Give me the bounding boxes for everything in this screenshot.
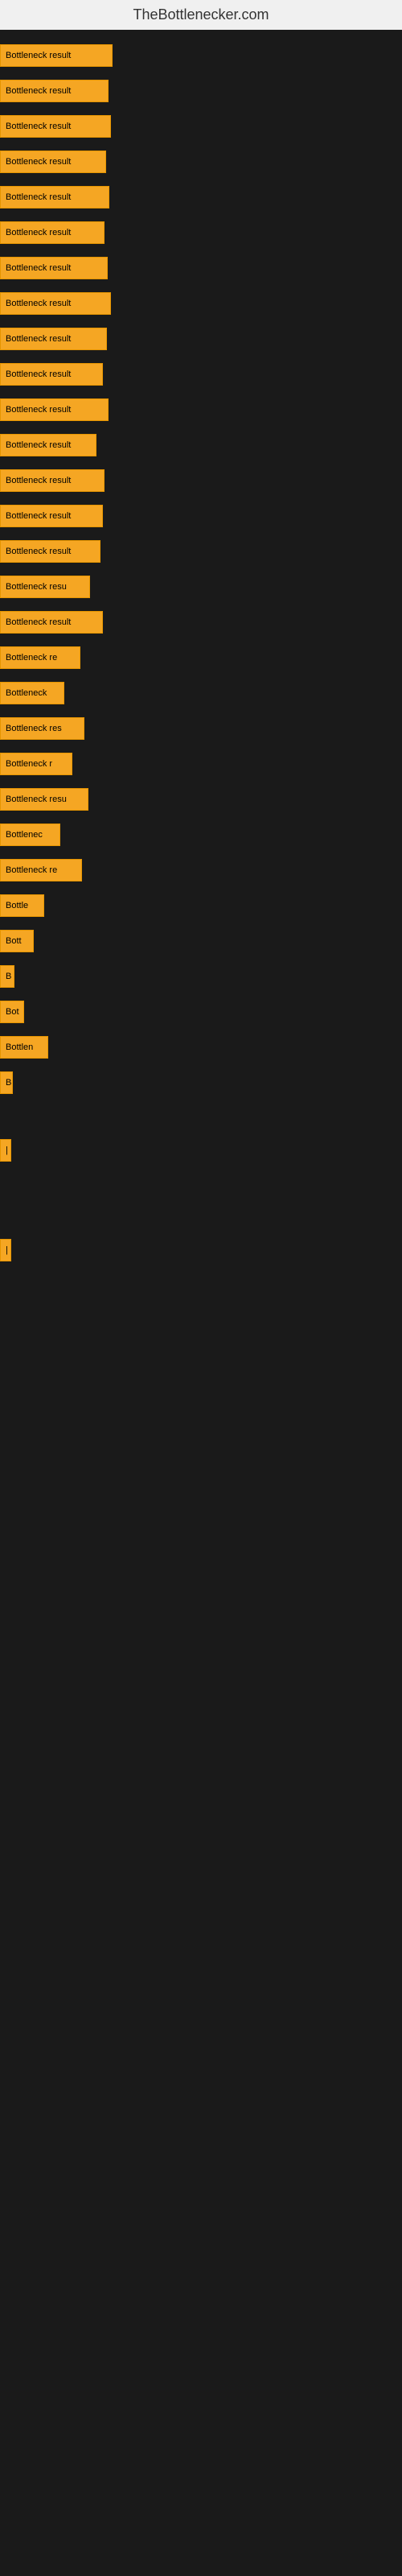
bar-row (0, 1117, 402, 1133)
bar-row: Bottleneck result (0, 392, 402, 427)
bar-row: Bottleneck res (0, 711, 402, 746)
bar-row: Bottleneck result (0, 73, 402, 109)
bottleneck-bar: Bottleneck result (0, 540, 100, 563)
bar-row: Bottleneck result (0, 605, 402, 640)
bar-row: Bottle (0, 888, 402, 923)
bottleneck-bar: | (0, 1139, 11, 1162)
bar-row: | (0, 1133, 402, 1168)
bar-row: Bottleneck resu (0, 782, 402, 817)
bottleneck-bar: Bottleneck re (0, 646, 80, 669)
bar-row: Bottleneck resu (0, 569, 402, 605)
bar-row: Bottleneck result (0, 357, 402, 392)
bottleneck-bar: Bottleneck result (0, 292, 111, 315)
bar-row: Bottleneck result (0, 250, 402, 286)
bottleneck-bar: Bottleneck r (0, 753, 72, 775)
bar-row: Bottleneck result (0, 427, 402, 463)
bar-row (0, 1168, 402, 1184)
bar-row: Bottleneck result (0, 534, 402, 569)
bottleneck-bar: Bottleneck result (0, 221, 105, 244)
bar-row (0, 1100, 402, 1117)
bottleneck-bar: Bottleneck result (0, 186, 109, 208)
bar-row: Bottleneck result (0, 144, 402, 180)
bottleneck-bar: Bottleneck re (0, 859, 82, 881)
bottleneck-bar: Bottleneck result (0, 115, 111, 138)
bar-row: | (0, 1232, 402, 1268)
bottleneck-bar: | (0, 1239, 11, 1261)
bars-container: Bottleneck result Bottleneck result Bottle… (0, 30, 402, 1276)
bar-row: Bott (0, 923, 402, 959)
bottleneck-bar: Bottleneck res (0, 717, 84, 740)
bottleneck-bar: Bottleneck result (0, 469, 105, 492)
bar-row: Bottleneck re (0, 640, 402, 675)
bottleneck-bar: Bottleneck result (0, 363, 103, 386)
bottleneck-bar: B (0, 965, 14, 988)
bar-row: Bottleneck result (0, 109, 402, 144)
bar-row: Bottlen (0, 1030, 402, 1065)
bottleneck-bar: Bottleneck result (0, 80, 109, 102)
bottleneck-bar: Bottleneck result (0, 505, 103, 527)
bottleneck-bar: Bot (0, 1001, 24, 1023)
bar-row: Bottleneck result (0, 180, 402, 215)
bar-row: Bot (0, 994, 402, 1030)
bottleneck-bar: Bottleneck resu (0, 788, 88, 811)
bottleneck-bar: B (0, 1071, 13, 1094)
bar-row: Bottlenec (0, 817, 402, 852)
bar-row: Bottleneck r (0, 746, 402, 782)
bar-row: Bottleneck result (0, 321, 402, 357)
bottleneck-bar: Bottle (0, 894, 44, 917)
bar-row: Bottleneck result (0, 463, 402, 498)
bar-row: Bottleneck result (0, 498, 402, 534)
bottleneck-bar: Bottleneck result (0, 257, 108, 279)
bar-row: Bottleneck result (0, 215, 402, 250)
bar-row: Bottleneck (0, 675, 402, 711)
site-title: TheBottlenecker.com (0, 0, 402, 30)
bar-row (0, 1184, 402, 1200)
bar-row: Bottleneck re (0, 852, 402, 888)
bottleneck-bar: Bottleneck result (0, 398, 109, 421)
bottleneck-bar: Bottlen (0, 1036, 48, 1059)
bar-row (0, 1200, 402, 1216)
bottleneck-bar: Bottleneck resu (0, 576, 90, 598)
bar-row (0, 1216, 402, 1232)
bar-row: Bottleneck result (0, 38, 402, 73)
bar-row: B (0, 1065, 402, 1100)
bottleneck-bar: Bottleneck result (0, 328, 107, 350)
bottleneck-bar: Bottlenec (0, 824, 60, 846)
bar-row: Bottleneck result (0, 286, 402, 321)
bottleneck-bar: Bottleneck result (0, 151, 106, 173)
bottleneck-bar: Bottleneck result (0, 434, 96, 456)
bottleneck-bar: Bottleneck result (0, 44, 113, 67)
bar-row: B (0, 959, 402, 994)
bottleneck-bar: Bott (0, 930, 34, 952)
bottleneck-bar: Bottleneck (0, 682, 64, 704)
bottleneck-bar: Bottleneck result (0, 611, 103, 634)
